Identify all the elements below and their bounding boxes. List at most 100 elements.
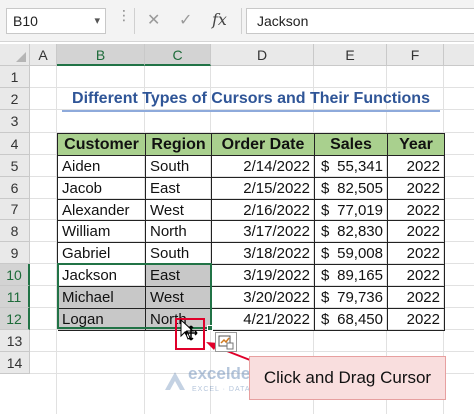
row-header-8[interactable]: 8 [0, 220, 30, 242]
cell-year[interactable]: 2022 [388, 309, 445, 331]
cell-year[interactable]: 2022 [388, 265, 445, 287]
currency-symbol: $ [321, 289, 330, 306]
quick-analysis-icon [218, 335, 234, 350]
divider [134, 8, 135, 34]
table-header-region[interactable]: Region [146, 134, 212, 156]
sales-value: 79,736 [337, 289, 383, 306]
cell-sales[interactable]: $82,505 [315, 178, 388, 200]
cell-customer[interactable]: Gabriel [58, 243, 146, 265]
currency-symbol: $ [321, 158, 330, 175]
cell-year[interactable]: 2022 [388, 221, 445, 243]
cell-order-date[interactable]: 2/14/2022 [212, 156, 315, 178]
currency-symbol: $ [321, 267, 330, 284]
title-underline [62, 110, 440, 112]
cell-customer[interactable]: Michael [58, 287, 146, 309]
column-header-c[interactable]: C [145, 44, 211, 66]
cell-customer[interactable]: William [58, 221, 146, 243]
cell-customer-active[interactable]: Jackson [58, 265, 146, 287]
cell-sales[interactable]: $59,008 [315, 243, 388, 265]
name-box[interactable]: B10 ▾ [6, 8, 106, 34]
cell-region[interactable]: East [146, 265, 212, 287]
formula-input[interactable]: Jackson [246, 8, 474, 34]
chevron-down-icon[interactable]: ▾ [94, 9, 100, 33]
enter-icon[interactable]: ✓ [179, 10, 192, 30]
cell-region[interactable]: South [146, 156, 212, 178]
column-header-b[interactable]: B [57, 44, 145, 66]
currency-symbol: $ [321, 223, 330, 240]
cell-year[interactable]: 2022 [388, 156, 445, 178]
cell-customer[interactable]: Logan [58, 309, 146, 331]
select-all-button[interactable] [0, 44, 30, 66]
column-header-a[interactable]: A [30, 44, 57, 66]
sales-value: 82,830 [337, 223, 383, 240]
table-header-customer[interactable]: Customer [58, 134, 146, 156]
cell-order-date[interactable]: 4/21/2022 [212, 309, 315, 331]
row-header-4[interactable]: 4 [0, 133, 30, 155]
cell-order-date[interactable]: 3/18/2022 [212, 243, 315, 265]
currency-symbol: $ [321, 311, 330, 328]
cell-sales[interactable]: $79,736 [315, 287, 388, 309]
row-header-6[interactable]: 6 [0, 177, 30, 199]
cell-sales[interactable]: $89,165 [315, 265, 388, 287]
cell-sales[interactable]: $77,019 [315, 200, 388, 221]
row-header-9[interactable]: 9 [0, 242, 30, 264]
move-cursor-icon [180, 318, 198, 341]
cell-region[interactable]: North [146, 221, 212, 243]
sales-value: 59,008 [337, 245, 383, 262]
sales-value: 82,505 [337, 180, 383, 197]
quick-analysis-button[interactable] [215, 332, 237, 352]
row-header-1[interactable]: 1 [0, 66, 30, 88]
cell-sales[interactable]: $68,450 [315, 309, 388, 331]
cell-sales[interactable]: $55,341 [315, 156, 388, 178]
cell-order-date[interactable]: 3/17/2022 [212, 221, 315, 243]
table-header-order-date[interactable]: Order Date [212, 134, 315, 156]
data-table: Customer Region Order Date Sales Year Ai… [57, 133, 445, 331]
table-header-sales[interactable]: Sales [315, 134, 388, 156]
currency-symbol: $ [321, 202, 330, 219]
row-header-11[interactable]: 11 [0, 286, 30, 308]
name-box-value: B10 [13, 13, 38, 29]
cell-year[interactable]: 2022 [388, 287, 445, 309]
cell-region[interactable]: West [146, 200, 212, 221]
cell-year[interactable]: 2022 [388, 178, 445, 200]
cell-year[interactable]: 2022 [388, 200, 445, 221]
row-header-13[interactable]: 13 [0, 330, 30, 352]
cell-sales[interactable]: $82,830 [315, 221, 388, 243]
row-header-12[interactable]: 12 [0, 308, 30, 330]
cell-customer[interactable]: Alexander [58, 200, 146, 221]
cell-order-date[interactable]: 2/16/2022 [212, 200, 315, 221]
more-icon[interactable]: ⋮ [117, 8, 131, 22]
cell-region[interactable]: West [146, 287, 212, 309]
column-header-d[interactable]: D [211, 44, 314, 66]
sales-value: 55,341 [337, 158, 383, 175]
cell-customer[interactable]: Aiden [58, 156, 146, 178]
row-header-14[interactable]: 14 [0, 352, 30, 374]
cell-customer[interactable]: Jacob [58, 178, 146, 200]
callout-label: Click and Drag Cursor [249, 356, 446, 400]
table-header-year[interactable]: Year [388, 134, 445, 156]
column-header-g[interactable] [444, 44, 474, 66]
sheet-title: Different Types of Cursors and Their Fun… [72, 90, 430, 107]
fill-handle[interactable] [207, 325, 213, 331]
currency-symbol: $ [321, 245, 330, 262]
divider [241, 8, 242, 34]
currency-symbol: $ [321, 180, 330, 197]
cell-year[interactable]: 2022 [388, 243, 445, 265]
cell-region[interactable]: East [146, 178, 212, 200]
cell-order-date[interactable]: 2/15/2022 [212, 178, 315, 200]
sales-value: 89,165 [337, 267, 383, 284]
row-header-10[interactable]: 10 [0, 264, 30, 286]
insert-function-icon[interactable]: fx [212, 10, 227, 29]
cell-region[interactable]: South [146, 243, 212, 265]
formula-bar: B10 ▾ ⋮ ✕ ✓ fx Jackson [0, 0, 474, 42]
column-header-f[interactable]: F [387, 44, 444, 66]
sales-value: 68,450 [337, 311, 383, 328]
row-header-7[interactable]: 7 [0, 199, 30, 220]
column-header-e[interactable]: E [314, 44, 387, 66]
row-header-2[interactable]: 2 [0, 88, 30, 110]
cell-order-date[interactable]: 3/20/2022 [212, 287, 315, 309]
row-header-3[interactable]: 3 [0, 110, 30, 133]
cancel-icon[interactable]: ✕ [147, 10, 160, 30]
cell-order-date[interactable]: 3/19/2022 [212, 265, 315, 287]
row-header-5[interactable]: 5 [0, 155, 30, 177]
